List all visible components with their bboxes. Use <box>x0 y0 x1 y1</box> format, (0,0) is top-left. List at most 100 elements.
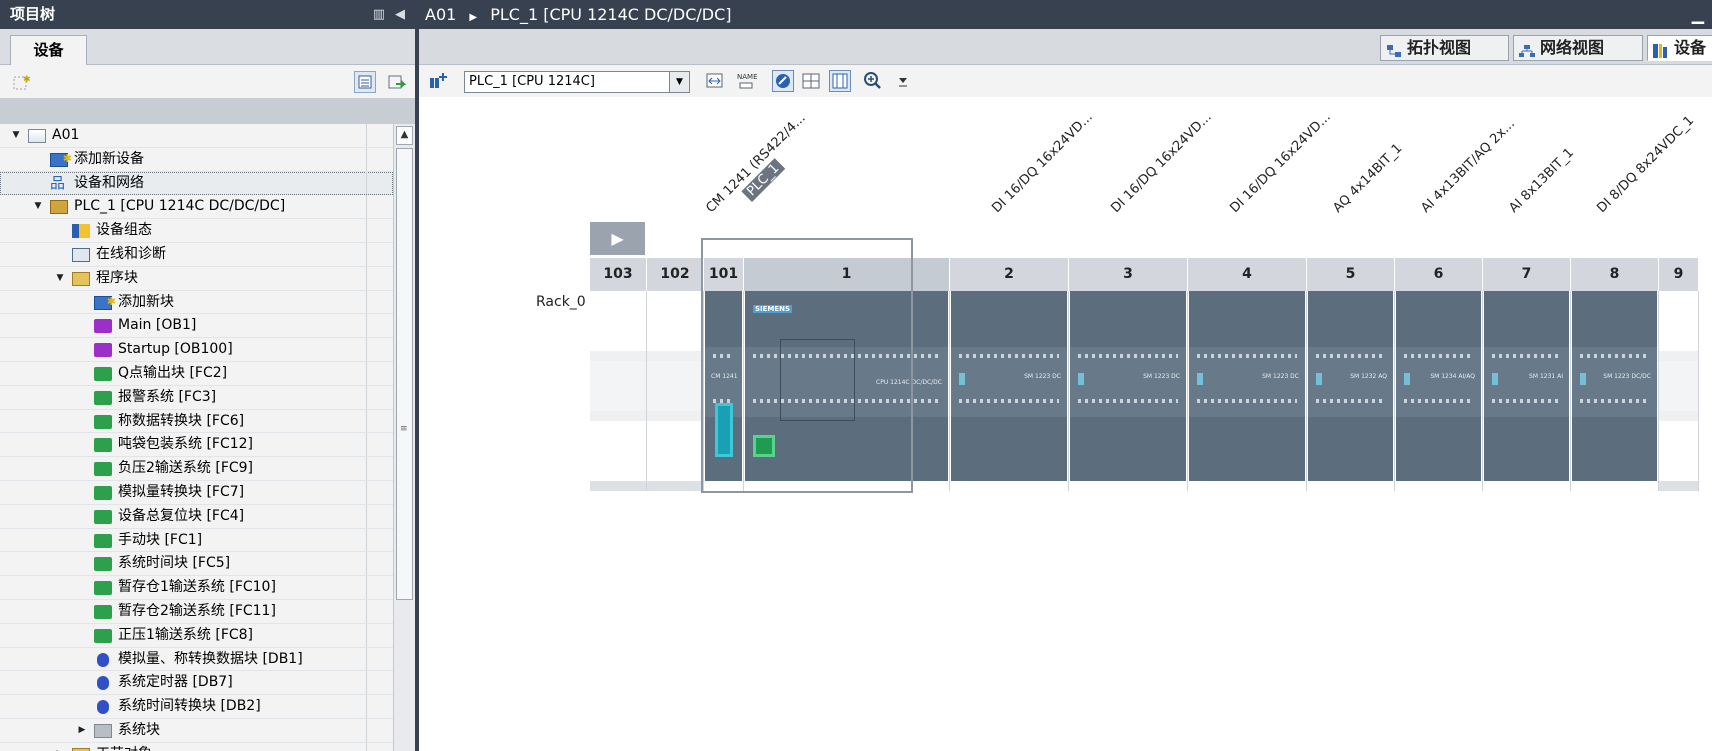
rack-slot[interactable] <box>1659 291 1699 491</box>
table-view-icon[interactable] <box>829 70 851 92</box>
tree-item[interactable]: 报警系统 [FC3] <box>0 385 393 410</box>
slot-module-name[interactable]: AQ 4x14BIT_1 <box>1330 141 1405 216</box>
slot-module-name[interactable]: DI 8/DQ 8x24VDC_1 <box>1594 113 1697 216</box>
tree-item[interactable]: 在线和诊断 <box>0 242 393 267</box>
rack-slot[interactable]: SM 1223 DC/DC <box>1571 291 1659 491</box>
tree-item[interactable]: 称数据转换块 [FC6] <box>0 409 393 434</box>
show-labels-icon[interactable] <box>772 70 794 92</box>
slot-module-name[interactable]: AI 4x13BIT/AQ 2x... <box>1418 116 1518 216</box>
signal-module[interactable]: SM 1232 AQ <box>1308 291 1393 481</box>
slot-module-name[interactable]: CM 1241 (RS422/4... <box>703 111 808 216</box>
tree-item[interactable]: 负压2输送系统 [FC9] <box>0 457 393 481</box>
device-properties-icon[interactable] <box>704 70 726 92</box>
chevron-down-icon[interactable]: ▼ <box>669 72 689 92</box>
zoom-dropdown-icon[interactable] <box>896 70 910 92</box>
tree-item[interactable]: ▼ A01 <box>0 124 393 148</box>
tab-device-view[interactable]: 设备 <box>1647 35 1712 61</box>
tree-item[interactable]: 设备总复位块 [FC4] <box>0 504 393 529</box>
slot-number[interactable]: 4 <box>1188 258 1307 291</box>
expanded-arrow-icon[interactable]: ▼ <box>32 195 44 219</box>
slot-number[interactable]: 6 <box>1395 258 1483 291</box>
tree-scrollbar[interactable]: ▲ ≡ <box>393 124 415 751</box>
dsub-connector-icon[interactable] <box>715 403 733 457</box>
profinet-port-icon[interactable] <box>753 435 775 457</box>
rack-slot[interactable]: SIEMENS CPU 1214C DC/DC/DC <box>744 291 950 491</box>
tree-item[interactable]: 模拟量、称转换数据块 [DB1] <box>0 647 393 672</box>
signal-module[interactable]: SM 1223 DC <box>1070 291 1186 481</box>
slot-module-name[interactable]: AI 8x13BIT_1 <box>1506 145 1577 216</box>
slot-number[interactable]: 101 <box>704 258 744 291</box>
expanded-arrow-icon[interactable]: ▼ <box>10 124 22 148</box>
tree-item[interactable]: 暂存仓1输送系统 [FC10] <box>0 576 393 600</box>
rack-slot[interactable]: SM 1223 DC <box>950 291 1069 491</box>
tab-topology-view[interactable]: 拓扑视图 <box>1380 35 1509 61</box>
tree-item[interactable]: 系统定时器 [DB7] <box>0 671 393 696</box>
collapse-panel-icon[interactable]: ◀ <box>395 0 405 29</box>
slot-module-name[interactable]: DI 16/DQ 16x24VD... <box>989 110 1095 216</box>
slot-number[interactable]: 103 <box>590 258 647 291</box>
slot-number[interactable]: 102 <box>647 258 704 291</box>
detail-view-icon[interactable] <box>354 71 376 93</box>
minimize-icon[interactable]: ▁ <box>1692 0 1704 29</box>
signal-module[interactable]: SM 1234 AI/AQ <box>1396 291 1481 481</box>
slot-module-name[interactable]: DI 16/DQ 16x24VD... <box>1108 110 1214 216</box>
device-view-canvas[interactable]: CM 1241 (RS422/4... PLC_1 DI 16/DQ 16x24VD… <box>419 97 1712 751</box>
rack-slot[interactable] <box>590 291 647 491</box>
tree-item[interactable]: 暂存仓2输送系统 [FC11] <box>0 599 393 624</box>
cpu-module[interactable]: SIEMENS CPU 1214C DC/DC/DC <box>745 291 948 481</box>
new-item-icon[interactable]: ✱ <box>10 71 32 93</box>
tree-item[interactable]: Q点输出块 [FC2] <box>0 361 393 386</box>
tree-item[interactable]: Main [OB1] <box>0 314 393 339</box>
communication-module[interactable]: CM 1241 <box>705 291 742 481</box>
tree-item[interactable]: 添加新块 <box>0 290 393 315</box>
tree-item[interactable]: 模拟量转换块 [FC7] <box>0 480 393 505</box>
signal-module[interactable]: SM 1223 DC/DC <box>1572 291 1657 481</box>
expand-rack-icon[interactable]: ▶ <box>590 222 645 255</box>
tree-item[interactable]: ▼ 程序块 <box>0 266 393 291</box>
rack-slot[interactable]: SM 1232 AQ <box>1307 291 1395 491</box>
slot-number[interactable]: 9 <box>1659 258 1699 291</box>
zoom-icon[interactable] <box>862 70 884 92</box>
tree-item[interactable]: 正压1输送系统 [FC8] <box>0 623 393 648</box>
tab-devices[interactable]: 设备 <box>10 35 87 66</box>
signal-module[interactable]: SM 1223 DC <box>1189 291 1305 481</box>
slot-number[interactable]: 7 <box>1483 258 1571 291</box>
signal-module[interactable]: SM 1223 DC <box>951 291 1067 481</box>
slot-number[interactable]: 1 <box>744 258 950 291</box>
tree-item[interactable]: 系统时间转换块 [DB2] <box>0 695 393 719</box>
tree-item[interactable]: ▶ 工艺对象 <box>0 742 393 751</box>
tree-item[interactable]: 添加新设备 <box>0 147 393 172</box>
update-icon[interactable] <box>385 71 407 93</box>
expanded-arrow-icon[interactable]: ▼ <box>54 267 66 291</box>
slot-number[interactable]: 3 <box>1069 258 1188 291</box>
rack-slot[interactable]: SM 1231 AI <box>1483 291 1571 491</box>
show-names-icon[interactable]: NAME <box>735 70 758 92</box>
collapsed-arrow-icon[interactable]: ▶ <box>54 743 66 751</box>
tree-item[interactable]: 设备和网络 <box>0 171 393 195</box>
slot-number[interactable]: 8 <box>1571 258 1659 291</box>
slot-number[interactable]: 5 <box>1307 258 1395 291</box>
breadcrumb-project[interactable]: A01 <box>425 5 456 24</box>
rack-slot[interactable]: CM 1241 <box>704 291 744 491</box>
tab-network-view[interactable]: 网络视图 <box>1513 35 1643 61</box>
tree-item[interactable]: 吨袋包装系统 [FC12] <box>0 433 393 458</box>
rack-slot[interactable] <box>647 291 704 491</box>
tree-item[interactable]: 设备组态 <box>0 219 393 243</box>
scroll-thumb[interactable] <box>396 148 413 600</box>
slot-module-name[interactable]: DI 16/DQ 16x24VD... <box>1227 110 1333 216</box>
breadcrumb-device[interactable]: PLC_1 [CPU 1214C DC/DC/DC] <box>490 5 731 24</box>
tree-item[interactable]: ▼ PLC_1 [CPU 1214C DC/DC/DC] <box>0 195 393 220</box>
device-dropdown[interactable]: PLC_1 [CPU 1214C] ▼ <box>464 71 690 93</box>
slot-number[interactable]: 2 <box>950 258 1069 291</box>
rack-slot[interactable]: SM 1223 DC <box>1069 291 1188 491</box>
panel-layout-icon[interactable]: ▥ <box>373 0 385 29</box>
signal-module[interactable]: SM 1231 AI <box>1484 291 1569 481</box>
tree-item[interactable]: Startup [OB100] <box>0 338 393 362</box>
rack-slot[interactable]: SM 1234 AI/AQ <box>1395 291 1483 491</box>
insert-module-icon[interactable] <box>427 70 449 92</box>
tree-item[interactable]: 手动块 [FC1] <box>0 528 393 553</box>
collapsed-arrow-icon[interactable]: ▶ <box>76 719 88 743</box>
rack-slot[interactable]: SM 1223 DC <box>1188 291 1307 491</box>
scroll-up-icon[interactable]: ▲ <box>396 126 413 145</box>
tree-item[interactable]: 系统时间块 [FC5] <box>0 552 393 577</box>
